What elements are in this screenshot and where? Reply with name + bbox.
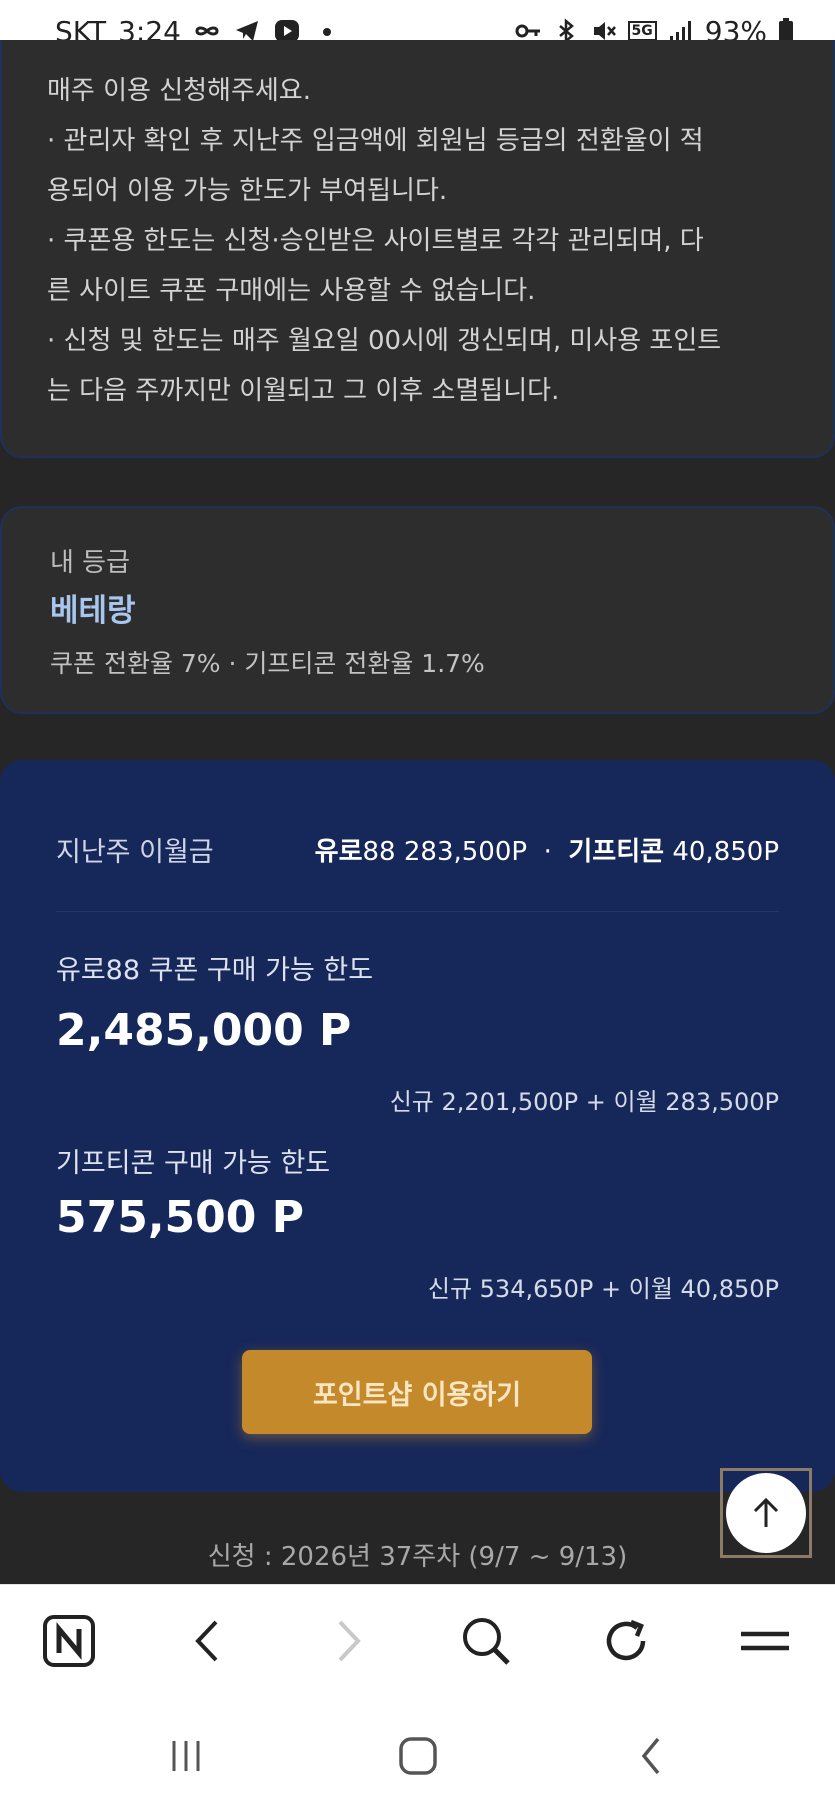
home-icon[interactable] — [388, 1728, 448, 1784]
back-icon[interactable] — [178, 1611, 238, 1671]
system-nav-bar — [0, 1698, 835, 1810]
grade-name: 베테랑 — [50, 593, 136, 629]
recent-apps-icon[interactable] — [156, 1728, 216, 1784]
notice-line: 른 사이트 쿠폰 구매에는 사용할 수 없습니다. — [47, 276, 536, 306]
nav-back-icon[interactable] — [622, 1728, 682, 1784]
notice-line: · 관리자 확인 후 지난주 입금액에 회원님 등급의 전환율이 적 — [47, 126, 704, 156]
carryover-gift-name: 기프티콘 — [568, 837, 665, 867]
notice-line: 용되어 이용 가능 한도가 부여됩니다. — [47, 176, 448, 206]
carryover-site-name: 유로 — [314, 837, 363, 867]
grade-label: 내 등급 — [50, 548, 131, 578]
coupon-limit-breakdown: 신규 2,201,500P + 이월 283,500P — [389, 1088, 779, 1116]
carryover-row: 지난주 이월금 유로88 283,500P · 기프티콘 40,850P — [56, 760, 779, 912]
coupon-limit-amount: 2,485,000 P — [56, 1005, 352, 1056]
coupon-limit-block: 유로88 쿠폰 구매 가능 한도 2,485,000 P 신규 2,201,50… — [56, 912, 779, 1117]
carryover-separator: · — [543, 837, 552, 867]
gift-limit-title: 기프티콘 구매 가능 한도 — [56, 1148, 331, 1179]
browser-toolbar — [0, 1584, 835, 1698]
search-icon[interactable] — [456, 1611, 516, 1671]
notice-card: 매주 이용 신청해주세요. · 관리자 확인 후 지난주 입금액에 회원님 등급… — [0, 40, 835, 458]
carryover-values: 유로88 283,500P · 기프티콘 40,850P — [315, 831, 779, 868]
gift-limit-block: 기프티콘 구매 가능 한도 575,500 P 신규 534,650P + 이월… — [56, 1117, 779, 1304]
points-card: 지난주 이월금 유로88 283,500P · 기프티콘 40,850P 유로8… — [0, 760, 835, 1492]
forward-icon[interactable] — [318, 1611, 378, 1671]
carryover-label: 지난주 이월금 — [56, 837, 214, 868]
gift-limit-amount: 575,500 P — [56, 1192, 304, 1243]
gift-limit-breakdown: 신규 534,650P + 이월 40,850P — [427, 1275, 779, 1303]
coupon-limit-title: 유로88 쿠폰 구매 가능 한도 — [56, 955, 374, 986]
naver-home-icon[interactable] — [39, 1611, 99, 1671]
notice-line: 매주 이용 신청해주세요. — [47, 76, 311, 106]
notice-line: 는 다음 주까지만 이월되고 그 이후 소멸됩니다. — [47, 376, 560, 406]
carryover-gift-value: 40,850P — [672, 837, 779, 867]
conversion-rates: 쿠폰 전환율 7% · 기프티콘 전환율 1.7% — [50, 649, 485, 678]
point-shop-button[interactable]: 포인트샵 이용하기 — [242, 1350, 592, 1434]
refresh-icon[interactable] — [596, 1611, 656, 1671]
notice-line: · 쿠폰용 한도는 신청·승인받은 사이트별로 각각 관리되며, 다 — [47, 226, 704, 256]
grade-card: 내 등급 베테랑 쿠폰 전환율 7% · 기프티콘 전환율 1.7% — [0, 506, 835, 714]
carryover-site-value: 88 283,500P — [362, 837, 528, 867]
5g-icon: 5G — [627, 21, 657, 41]
notice-line: · 신청 및 한도는 매주 월요일 00시에 갱신되며, 미사용 포인트 — [47, 326, 722, 356]
apply-period: 신청 : 2026년 37주차 (9/7 ~ 9/13) — [207, 1542, 628, 1572]
menu-icon[interactable] — [735, 1611, 795, 1671]
